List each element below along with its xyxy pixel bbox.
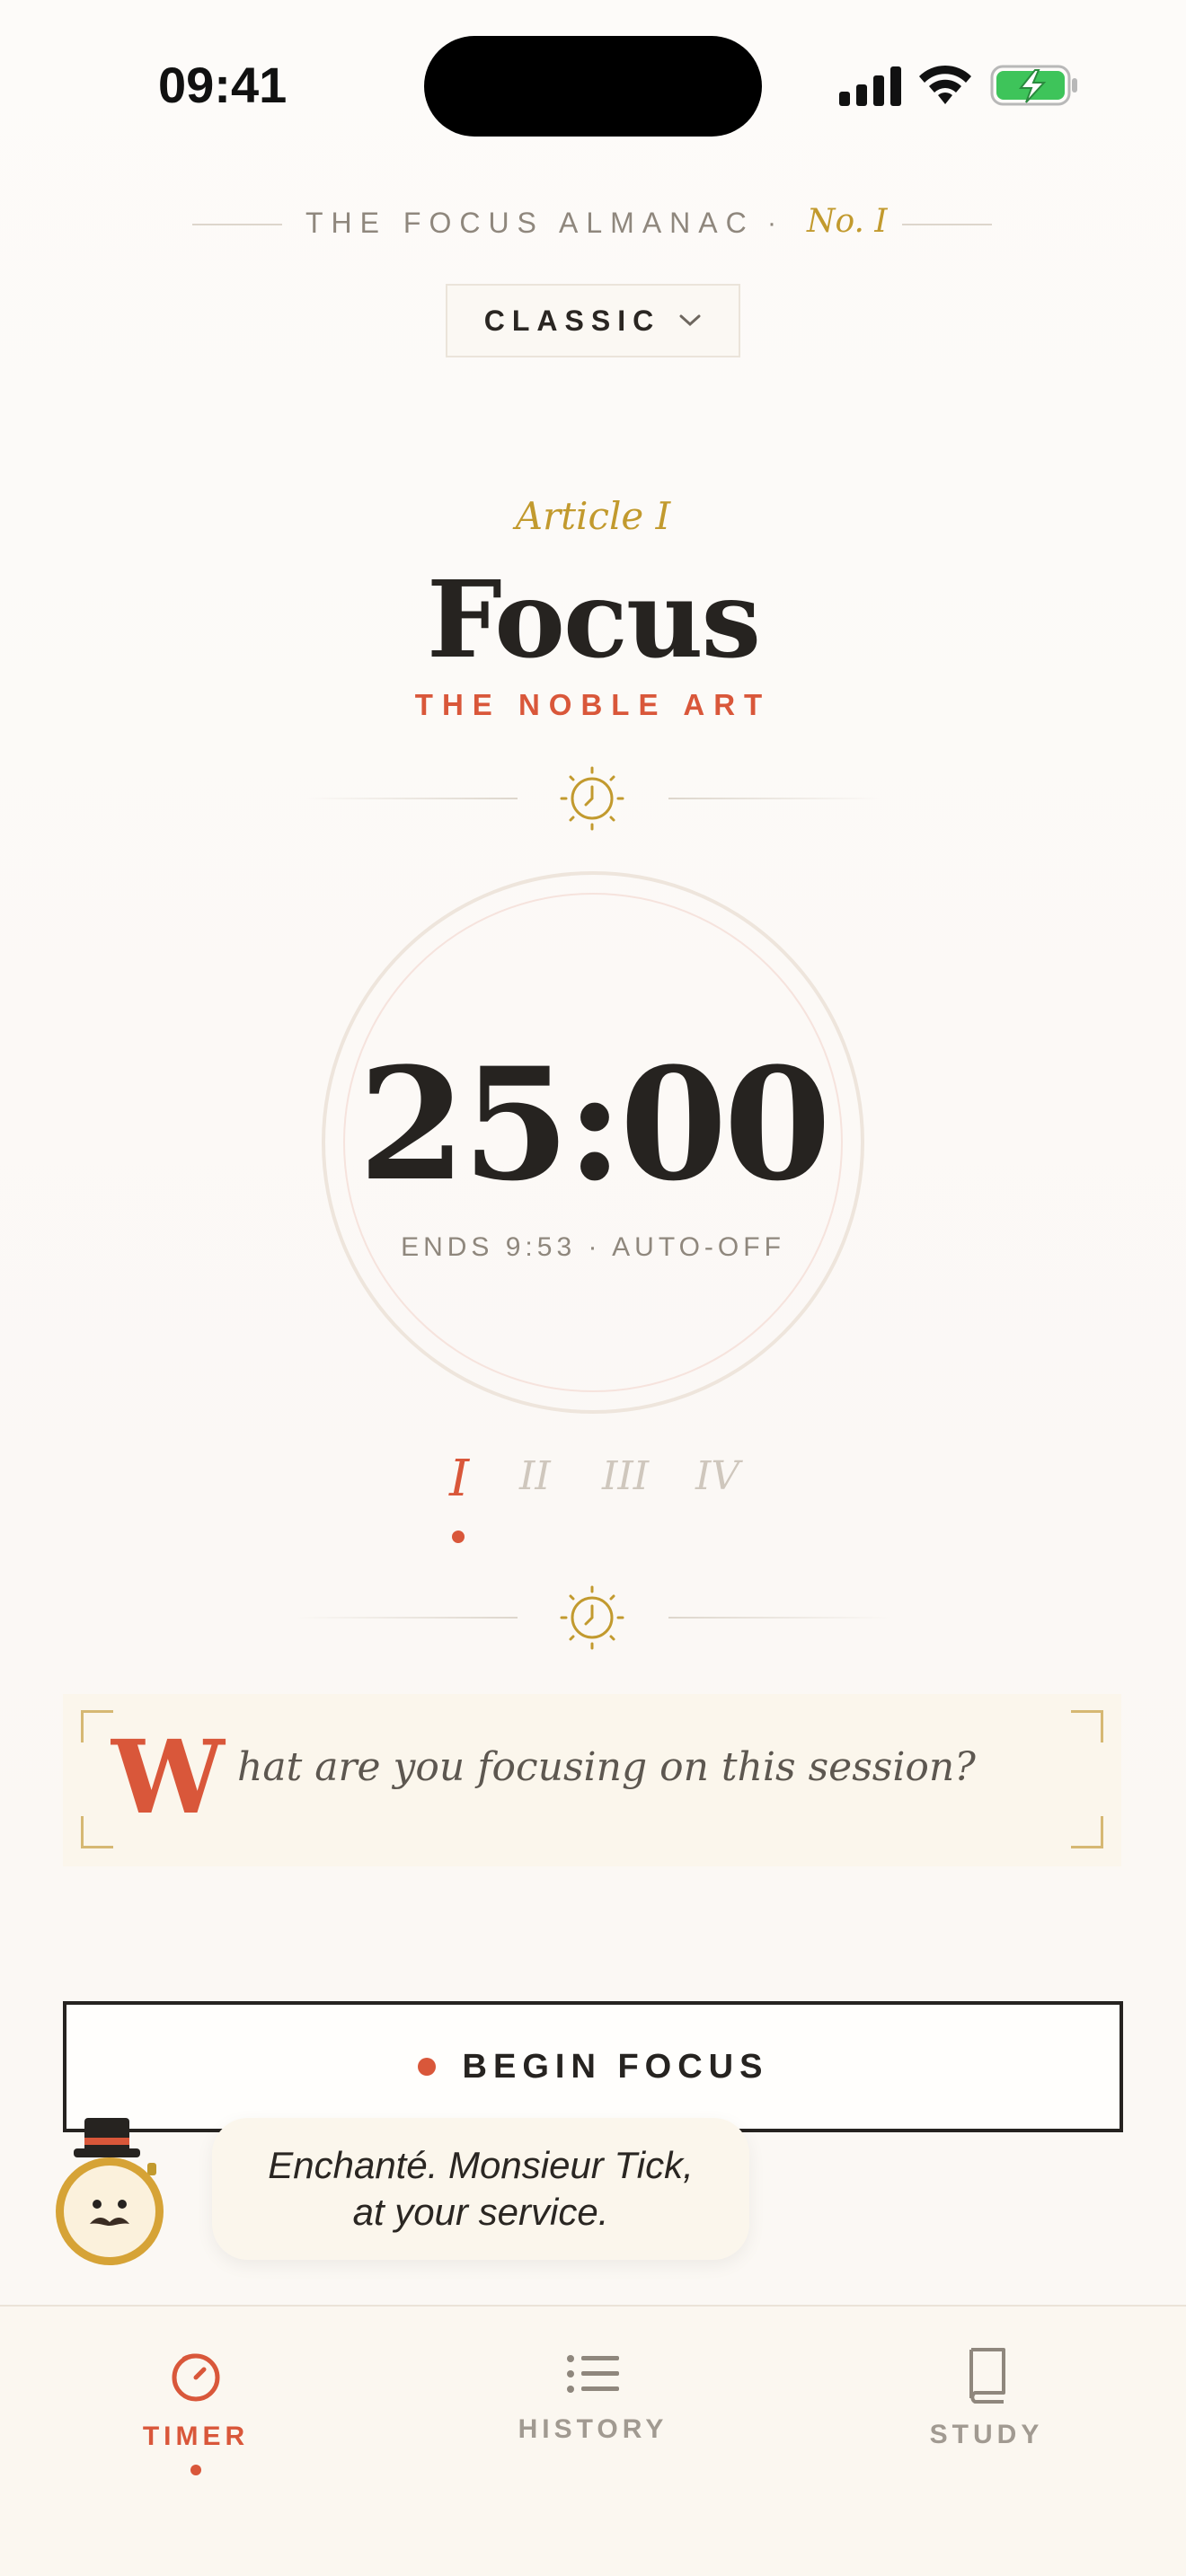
record-dot-icon [417,2058,436,2076]
mode-dropdown-label: CLASSIC [483,304,661,337]
ornament-rule-right [668,798,881,799]
book-icon [969,2348,1005,2404]
tab-study-label: STUDY [929,2420,1044,2449]
mascot-speech-bubble: Enchanté. Monsieur Tick, at your service… [212,2118,749,2260]
prompt-corner-bl [81,1816,113,1848]
tab-history[interactable]: HISTORY [458,2342,728,2445]
round-3[interactable]: III [602,1453,649,1499]
clock-ornament-icon [560,766,624,831]
chevron-down-icon [679,314,701,327]
clock-ornament-icon-2 [560,1585,624,1650]
timer-display: 25:00 [358,1033,831,1215]
active-round-indicator [452,1531,465,1543]
masthead-rule-right [902,224,992,225]
mascot-message-line-2: at your service. [352,2191,609,2233]
tab-timer-label: TIMER [142,2422,250,2451]
active-tab-indicator [190,2465,201,2475]
begin-focus-button[interactable]: BEGIN FOCUS [63,2001,1123,2132]
prompt-corner-tr [1071,1710,1103,1742]
round-2[interactable]: II [519,1453,551,1499]
prompt-placeholder: hat are you focusing on this session? [237,1744,976,1790]
masthead-rule-left [192,224,282,225]
ornament-rule-left-2 [296,1617,518,1619]
tab-bar: TIMER HISTORY STUDY [0,2305,1186,2576]
round-1[interactable]: I [449,1450,469,1508]
begin-focus-label: BEGIN FOCUS [462,2047,769,2086]
timer-end-info: ENDS 9:53 · AUTO-OFF [401,1232,785,1262]
monsieur-tick-mascot-icon[interactable] [49,2111,174,2272]
prompt-drop-cap: W [111,1719,225,1837]
battery-charging-icon [990,65,1077,106]
mascot-message-line-1: Enchanté. Monsieur Tick, [268,2144,694,2186]
prompt-corner-br [1071,1816,1103,1848]
status-time: 09:41 [158,57,288,113]
wifi-icon [919,65,971,104]
article-kicker: Article I [515,494,671,538]
masthead-title: THE FOCUS ALMANAC [305,207,755,239]
ornament-rule-left [305,798,518,799]
mode-dropdown[interactable]: CLASSIC [446,284,740,357]
prompt-corner-tl [81,1710,113,1742]
masthead-issue: No. I [807,203,888,240]
article-subtitle: THE NOBLE ART [414,688,772,721]
masthead-separator: · [767,208,776,238]
list-icon [567,2355,619,2393]
ornament-rule-right-2 [668,1617,890,1619]
tab-study[interactable]: STUDY [852,2342,1121,2450]
tab-timer[interactable]: TIMER [61,2344,331,2475]
tab-history-label: HISTORY [518,2414,668,2444]
timer-icon [172,2353,220,2402]
signal-icon [839,66,901,106]
dynamic-island [424,36,762,137]
round-4[interactable]: IV [695,1453,739,1499]
article-title: Focus [426,557,761,682]
